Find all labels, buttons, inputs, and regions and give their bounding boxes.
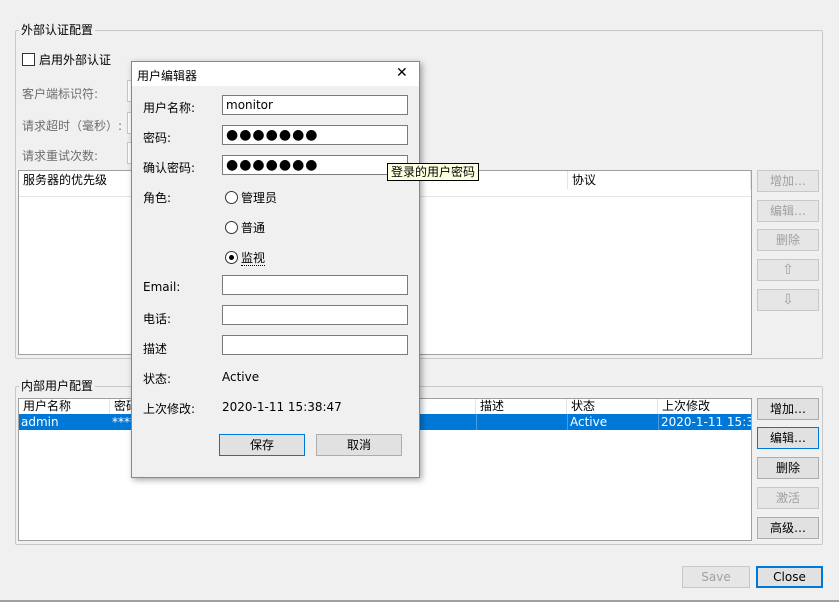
description-input[interactable] (222, 335, 408, 355)
checkbox-box[interactable] (22, 53, 35, 66)
cell-description (476, 414, 567, 430)
status-value: Active (222, 370, 260, 384)
client-id-label: 客户端标识符: (22, 87, 99, 101)
radio-circle[interactable] (225, 191, 238, 204)
user-editor-dialog: 用户编辑器 ✕ 用户名称: monitor 密码: ●●●●●●● 确认密码: … (131, 61, 420, 478)
enable-external-auth-checkbox[interactable]: 启用外部认证 (22, 51, 111, 68)
username-input[interactable]: monitor (222, 95, 408, 115)
col-protocol[interactable]: 协议 (567, 171, 751, 189)
description-label: 描述 (143, 342, 168, 356)
email-input[interactable] (222, 275, 408, 295)
internal-users-legend: 内部用户配置 (19, 379, 96, 393)
dialog-save-button[interactable]: 保存 (219, 434, 305, 456)
password-input[interactable]: ●●●●●●● (222, 125, 408, 145)
status-label: 状态: (143, 372, 172, 386)
external-edit-button[interactable]: 编辑… (757, 200, 819, 222)
role-normal-label: 普通 (241, 221, 266, 235)
password-label: 密码: (143, 131, 172, 145)
close-button[interactable]: Close (756, 566, 823, 588)
role-monitor-label: 监视 (241, 251, 266, 266)
save-button[interactable]: Save (682, 566, 750, 588)
role-normal-radio[interactable]: 普通 (225, 219, 265, 236)
dialog-title: 用户编辑器 (137, 69, 198, 83)
retry-label: 请求重试次数: (22, 149, 99, 163)
cell-modified: 2020-1-11 15:3... (658, 414, 751, 430)
role-admin-radio[interactable]: 管理员 (225, 189, 277, 206)
modified-label: 上次修改: (143, 402, 196, 416)
col-modified[interactable]: 上次修改 (658, 399, 751, 414)
confirm-password-input[interactable]: ●●●●●●● (222, 155, 408, 175)
internal-add-button[interactable]: 增加… (757, 398, 819, 420)
arrow-down-icon: ⇩ (782, 292, 794, 308)
dialog-titlebar[interactable]: 用户编辑器 ✕ (132, 62, 419, 86)
role-admin-label: 管理员 (241, 191, 278, 205)
arrow-up-icon: ⇧ (782, 262, 794, 278)
phone-label: 电话: (143, 312, 172, 326)
advanced-button[interactable]: 高级… (757, 517, 819, 539)
cell-username: admin (21, 415, 59, 429)
role-label: 角色: (143, 191, 172, 205)
timeout-label: 请求超时（毫秒）: (22, 119, 123, 133)
radio-circle-selected[interactable] (225, 251, 238, 264)
radio-circle[interactable] (225, 221, 238, 234)
role-monitor-radio[interactable]: 监视 (225, 249, 266, 266)
col-status[interactable]: 状态 (567, 399, 658, 414)
username-label: 用户名称: (143, 101, 196, 115)
dialog-cancel-button[interactable]: 取消 (316, 434, 402, 456)
external-auth-legend: 外部认证配置 (19, 23, 96, 37)
confirm-password-label: 确认密码: (143, 161, 196, 175)
password-tooltip: 登录的用户密码 (387, 163, 480, 181)
col-username[interactable]: 用户名称 (19, 399, 110, 414)
email-label: Email: (143, 280, 181, 294)
close-icon[interactable]: ✕ (396, 65, 408, 81)
modified-value: 2020-1-11 15:38:47 (222, 400, 342, 414)
enable-external-auth-label: 启用外部认证 (39, 53, 112, 67)
phone-input[interactable] (222, 305, 408, 325)
external-delete-button[interactable]: 删除 (757, 229, 819, 251)
internal-edit-button[interactable]: 编辑… (757, 427, 819, 449)
move-down-button[interactable]: ⇩ (757, 289, 819, 311)
internal-delete-button[interactable]: 删除 (757, 457, 819, 479)
activate-button[interactable]: 激活 (757, 487, 819, 509)
cell-status: Active (567, 414, 658, 430)
external-add-button[interactable]: 增加… (757, 170, 819, 192)
move-up-button[interactable]: ⇧ (757, 259, 819, 281)
col-description[interactable]: 描述 (476, 399, 567, 414)
